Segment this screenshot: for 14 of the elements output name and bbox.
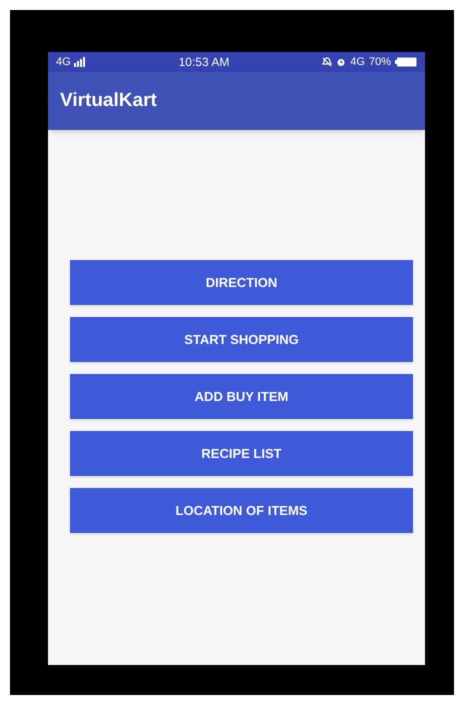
battery-icon bbox=[394, 57, 417, 67]
menu-button[interactable]: START SHOPPING bbox=[70, 317, 413, 362]
app-title: VirtualKart bbox=[60, 88, 157, 113]
signal-icon bbox=[74, 57, 86, 67]
battery-percent: 70% bbox=[368, 54, 391, 70]
menu-button[interactable]: RECIPE LIST bbox=[70, 431, 413, 476]
menu-button[interactable]: ADD BUY ITEM bbox=[70, 374, 413, 419]
alarm-icon bbox=[336, 57, 346, 67]
clock-time: 10:53 AM bbox=[178, 54, 230, 71]
network-label: 4G bbox=[56, 54, 71, 70]
network-label: 4G bbox=[350, 54, 365, 70]
menu-button[interactable]: DIRECTION bbox=[70, 260, 413, 305]
menu-button[interactable]: LOCATION OF ITEMS bbox=[70, 488, 413, 533]
mute-icon bbox=[322, 57, 332, 67]
